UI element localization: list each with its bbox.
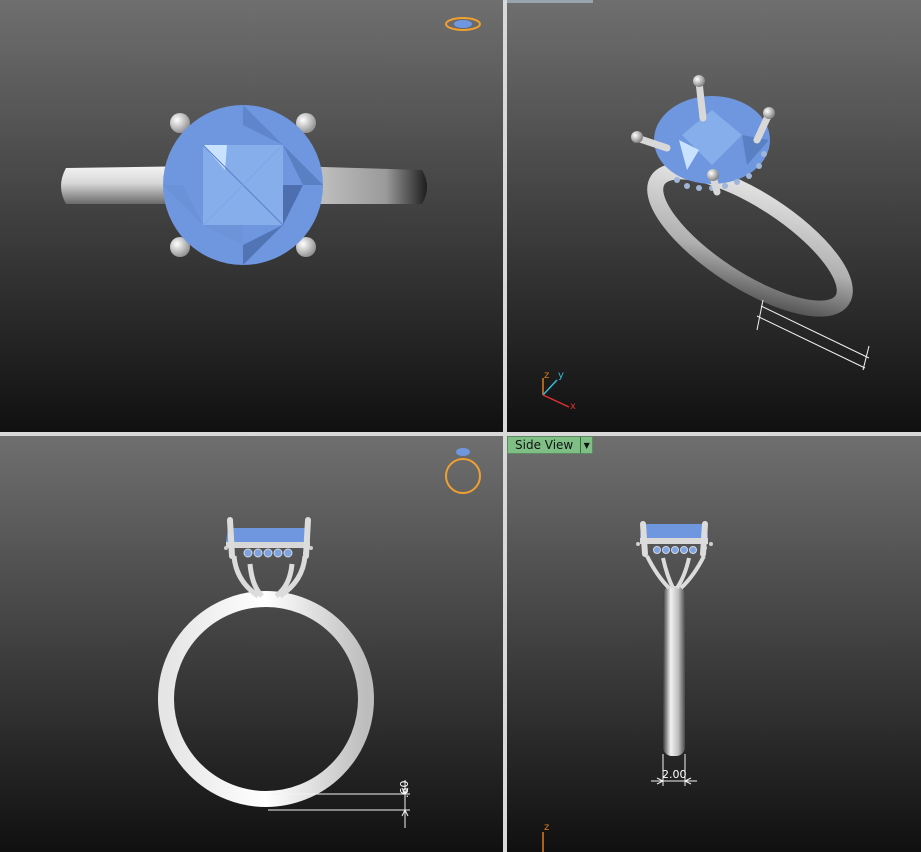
viewport-side[interactable]: Side View ▼ 2.00 z (507, 436, 921, 852)
viewport-front[interactable]: .60 (0, 436, 503, 852)
viewport-perspective[interactable]: z y x (507, 0, 921, 432)
axis-z-label: z (544, 822, 549, 833)
viewport-top[interactable] (0, 0, 503, 432)
axis-z-label: z (544, 370, 549, 381)
axis-triad: z (542, 822, 549, 852)
axis-x-label: x (570, 401, 576, 412)
gizmo-icon[interactable] (0, 436, 503, 852)
gizmo-icon[interactable] (0, 0, 503, 432)
axis-y-label: y (558, 370, 564, 381)
axis-triad: z y x (542, 370, 576, 412)
